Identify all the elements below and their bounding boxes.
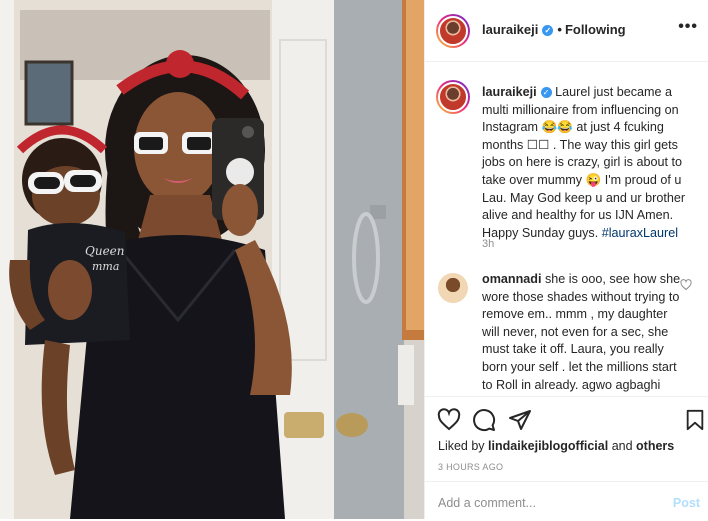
post-comment-button[interactable]: Post xyxy=(673,496,700,510)
caption-username[interactable]: lauraikeji xyxy=(482,85,537,99)
svg-text:mma: mma xyxy=(92,260,119,273)
commenter-avatar[interactable] xyxy=(438,273,468,303)
bookmark-icon[interactable] xyxy=(684,408,706,432)
liked-by-others[interactable]: others xyxy=(636,439,674,453)
header-user-line: lauraikeji ✓ • Following xyxy=(482,22,626,37)
add-comment-bar: Add a comment... Post xyxy=(425,481,708,521)
caption-text: Laurel just became a multi millionaire f… xyxy=(482,85,686,240)
instagram-post: Queen mma lauraikeji ✓ • Following ••• laur… xyxy=(0,0,708,519)
likes-summary: Liked by lindaikejiblogofficial and othe… xyxy=(438,439,674,453)
svg-text:Queen: Queen xyxy=(85,244,125,258)
post-caption: lauraikeji ✓ Laurel just became a multi m… xyxy=(482,84,692,242)
more-options-icon[interactable]: ••• xyxy=(678,18,698,36)
post-actions: Liked by lindaikejiblogofficial and othe… xyxy=(425,396,708,520)
likes-prefix: Liked by xyxy=(438,439,485,453)
liked-by-user[interactable]: lindaikejiblogofficial xyxy=(488,439,608,453)
comment: omannadi she is ooo, see how she wore th… xyxy=(482,271,682,395)
comment-like-heart-icon[interactable] xyxy=(680,279,692,291)
author-username[interactable]: lauraikeji xyxy=(482,22,538,37)
post-photo[interactable]: Queen mma xyxy=(0,0,424,519)
verified-icon: ✓ xyxy=(540,87,552,98)
verified-icon: ✓ xyxy=(542,25,554,36)
likes-middle: and xyxy=(611,439,633,453)
comments-section: lauraikeji ✓ Laurel just became a multi m… xyxy=(425,62,708,396)
mirror-selfie-image: Queen mma xyxy=(0,0,424,519)
heart-icon[interactable] xyxy=(437,408,461,432)
following-button[interactable]: Following xyxy=(565,22,626,37)
comment-username[interactable]: omannadi xyxy=(482,272,541,286)
comment-icon[interactable] xyxy=(472,408,496,432)
post-side-panel: lauraikeji ✓ • Following ••• lauraikeji ✓ La… xyxy=(424,0,708,519)
author-avatar[interactable] xyxy=(436,14,470,48)
comment-input[interactable]: Add a comment... xyxy=(438,496,536,510)
post-timestamp[interactable]: 3 HOURS AGO xyxy=(438,462,503,472)
comment-text: she is ooo, see how she wore those shade… xyxy=(482,272,681,392)
share-icon[interactable] xyxy=(508,408,532,432)
separator-dot: • xyxy=(557,22,562,37)
caption-time[interactable]: 3h xyxy=(482,238,494,250)
caption-hashtag[interactable]: #lauraxLaurel xyxy=(602,226,678,240)
caption-avatar[interactable] xyxy=(436,80,470,114)
post-header: lauraikeji ✓ • Following ••• xyxy=(425,0,708,62)
